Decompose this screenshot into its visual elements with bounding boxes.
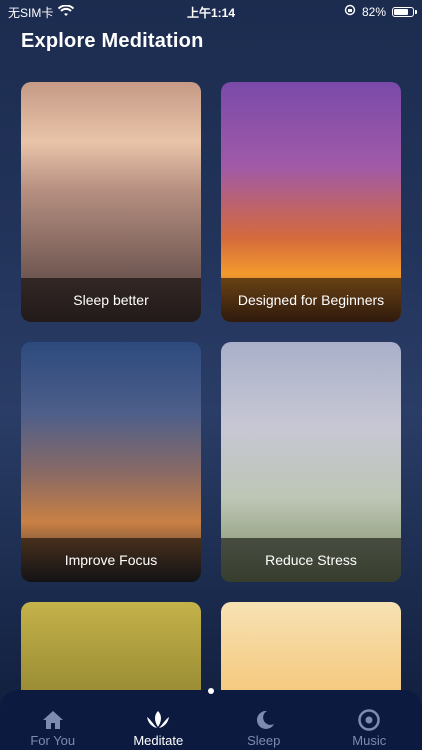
- tab-meditate[interactable]: Meditate: [108, 709, 208, 748]
- tab-for-you[interactable]: For You: [3, 709, 103, 748]
- orientation-lock-icon: [344, 4, 356, 19]
- tab-label: Meditate: [133, 733, 184, 748]
- music-disc-icon: [358, 709, 380, 731]
- card-label: Reduce Stress: [221, 538, 401, 582]
- tab-label: Sleep: [247, 733, 281, 748]
- tab-label: For You: [30, 733, 76, 748]
- battery-percent: 82%: [361, 4, 386, 19]
- lotus-icon: [147, 711, 170, 728]
- tab-label: Music: [352, 733, 387, 748]
- card-label: Designed for Beginners: [221, 278, 401, 322]
- meditation-card-reduce-stress[interactable]: Reduce Stress: [221, 342, 401, 582]
- tab-music[interactable]: Music: [319, 709, 419, 748]
- status-bar: 无SIM卡 上午1:14 82%: [0, 0, 422, 22]
- card-label: Improve Focus: [21, 538, 201, 582]
- battery-icon: [392, 6, 417, 17]
- meditation-card-improve-focus[interactable]: Improve Focus: [21, 342, 201, 582]
- moon-icon: [256, 710, 274, 729]
- page-title: Explore Meditation: [21, 30, 204, 52]
- bottom-tab-bar: For You Meditate Sleep Music: [0, 690, 422, 750]
- card-label: Sleep better: [21, 278, 201, 322]
- meditation-card-beginners[interactable]: Designed for Beginners: [221, 82, 401, 322]
- home-icon: [42, 711, 63, 729]
- meditation-card-sleep-better[interactable]: Sleep better: [21, 82, 201, 322]
- tab-sleep[interactable]: Sleep: [214, 709, 314, 748]
- active-tab-indicator: [208, 688, 214, 694]
